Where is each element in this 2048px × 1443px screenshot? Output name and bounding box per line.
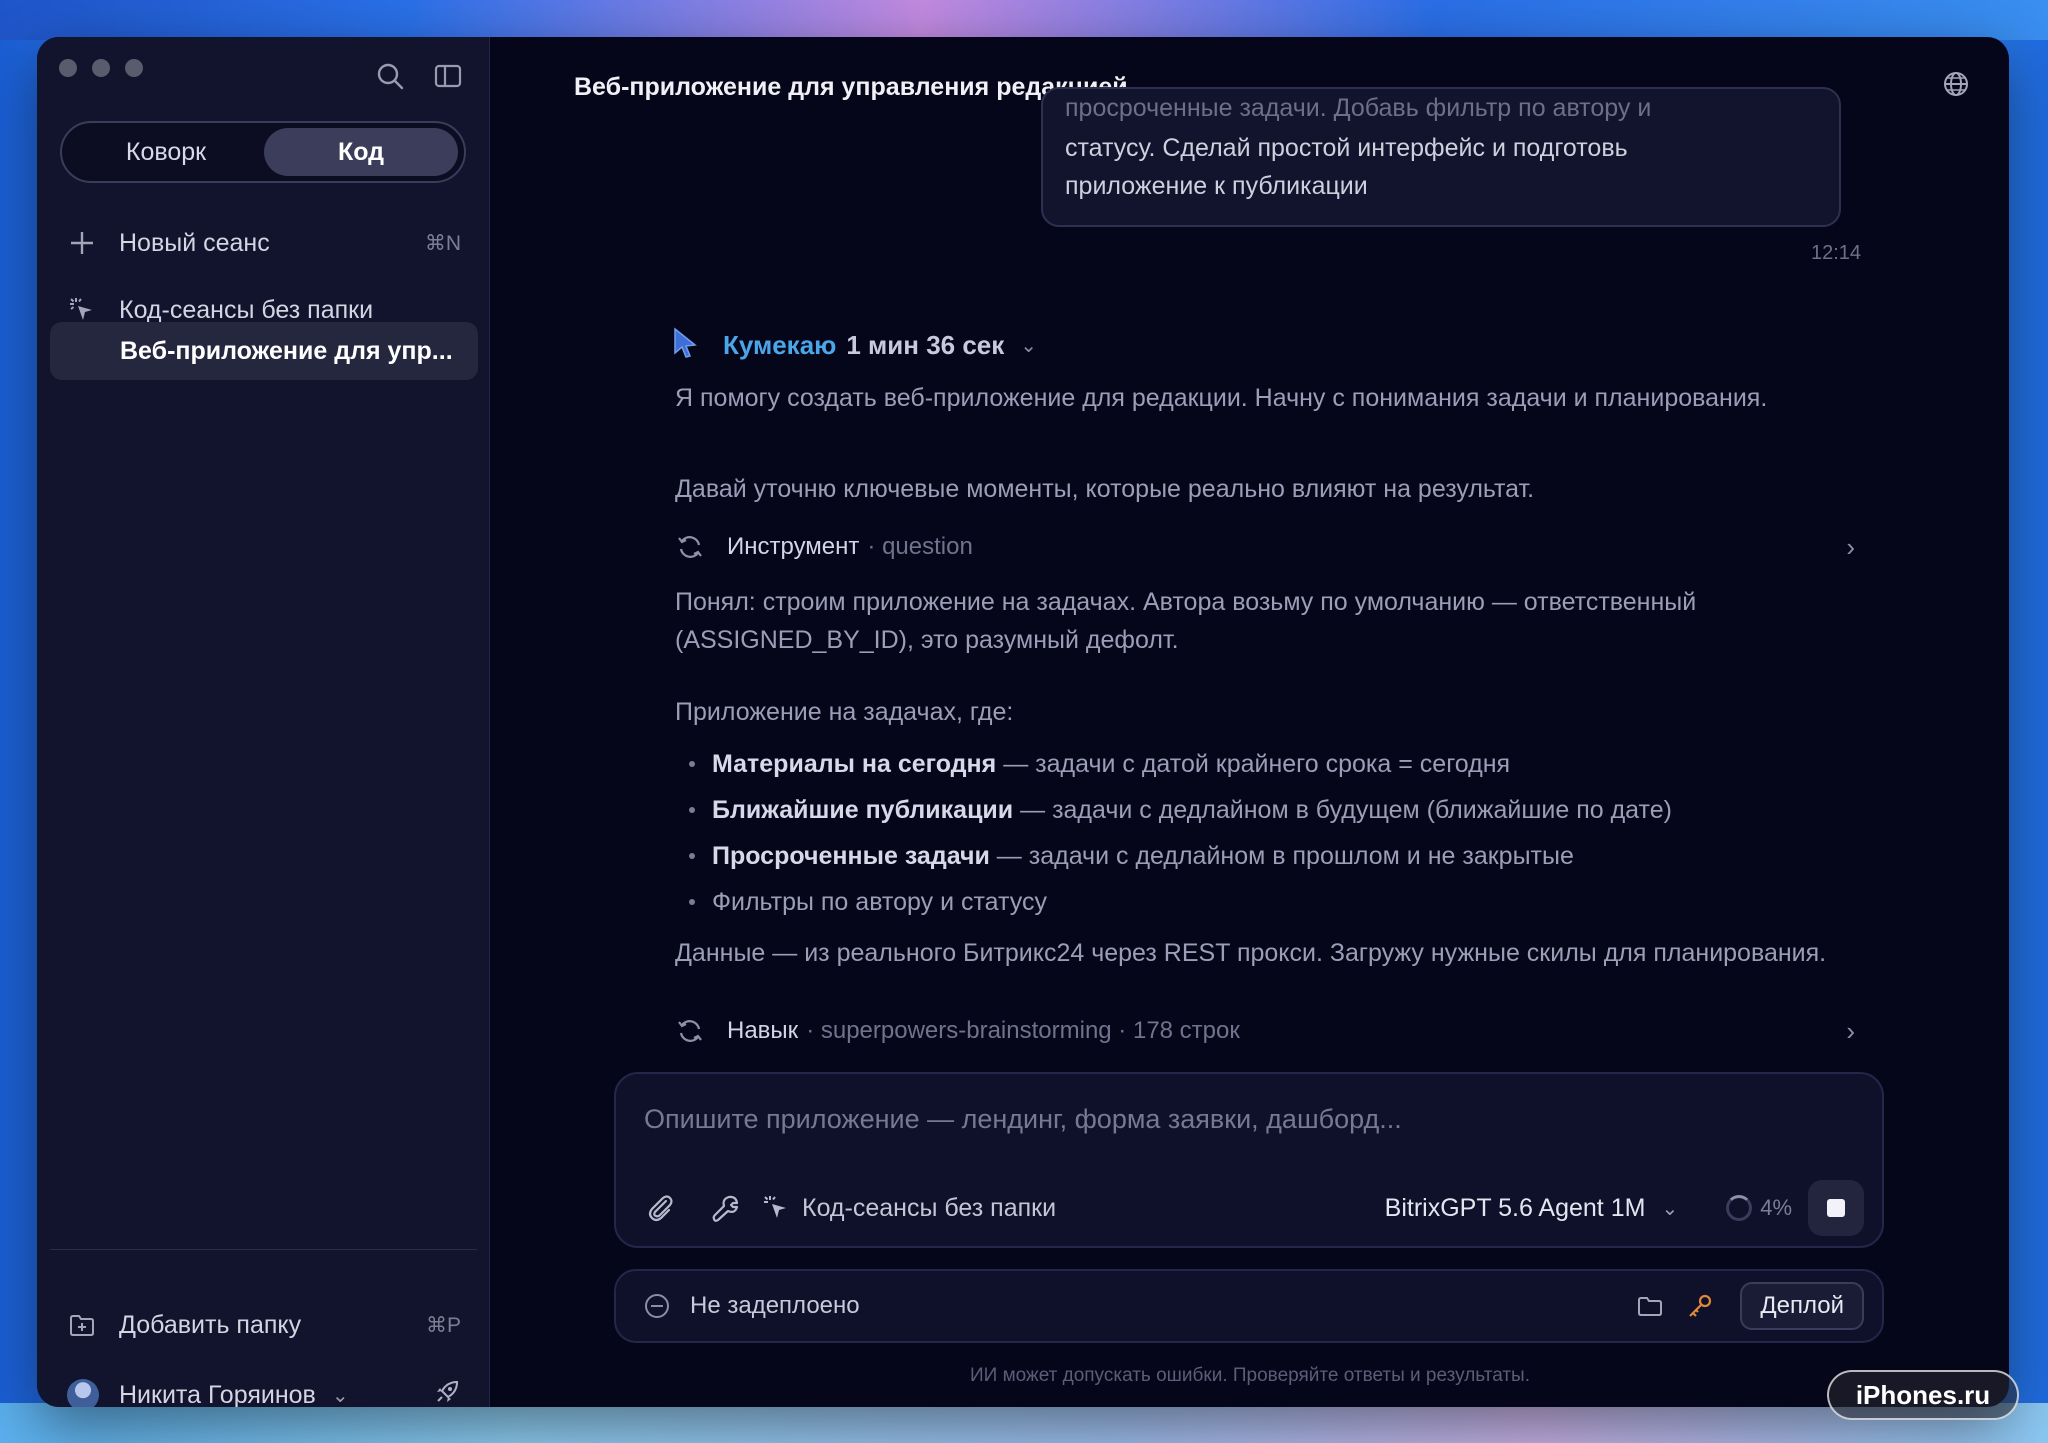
bullet-bold: Материалы на сегодня	[712, 750, 997, 778]
model-selector[interactable]: BitrixGPT 5.6 Agent 1M ⌄	[1385, 1194, 1679, 1223]
tool-detail: · question	[867, 533, 973, 560]
close-window-button[interactable]	[59, 59, 77, 77]
model-name: BitrixGPT 5.6 Agent 1M	[1384, 1193, 1646, 1222]
plus-icon	[67, 228, 97, 258]
bullet-text: — задачи с датой крайнего срока = сегодн…	[996, 750, 1511, 778]
add-folder-label: Добавить папку	[119, 1310, 302, 1339]
key-icon[interactable]	[1686, 1292, 1714, 1320]
bullet-text: Фильтры по автору и статусу	[712, 888, 1047, 916]
skill-name: Навык	[727, 1017, 799, 1044]
list-item: Фильтры по автору и статусу	[675, 879, 1855, 925]
folder-icon[interactable]	[1636, 1292, 1664, 1320]
sidebar-divider	[50, 1249, 477, 1250]
list-item: Просроченные задачи — задачи с дедлайном…	[675, 833, 1855, 879]
desktop-background-top	[0, 0, 2048, 40]
chevron-down-icon: ⌄	[331, 1384, 349, 1407]
sidebar: Коворк Код Новый сеанс ⌘N Код-сеансы без…	[37, 37, 490, 1407]
sidebar-toggle-icon[interactable]	[433, 61, 463, 91]
wrench-icon[interactable]	[710, 1192, 742, 1224]
avatar	[67, 1379, 99, 1407]
minus-circle-icon	[642, 1291, 672, 1321]
chevron-down-icon: ⌄	[1661, 1197, 1679, 1220]
chevron-down-icon: ⌄	[1020, 334, 1038, 357]
mode-switch: Коворк Код	[60, 121, 466, 183]
chevron-right-icon: ›	[1846, 1015, 1855, 1046]
sparkle-icon	[67, 295, 97, 325]
watermark-logo: iPhones.ru	[1827, 1370, 2019, 1420]
list-item: Материалы на сегодня — задачи с датой кр…	[675, 741, 1855, 787]
agent-paragraph: Данные — из реального Битрикс24 через RE…	[675, 939, 1827, 967]
minimize-window-button[interactable]	[92, 59, 110, 77]
user-message-faded-line: просроченные задачи. Добавь фильтр по ав…	[1065, 94, 1652, 122]
refresh-icon	[675, 1016, 705, 1046]
prompt-composer: Опишите приложение — лендинг, форма заяв…	[614, 1072, 1884, 1248]
sidebar-item-active-session[interactable]: Веб-приложение для упр...	[50, 322, 478, 380]
skill-call-row[interactable]: Навык · superpowers-brainstorming · 178 …	[675, 1011, 1855, 1051]
user-message-bubble: просроченные задачи. Добавь фильтр по ав…	[1041, 87, 1841, 227]
bullet-bold: Ближайшие публикации	[712, 796, 1014, 824]
deploy-actions: Деплой	[1636, 1282, 1864, 1330]
bullet-bold: Просроченные задачи	[712, 842, 990, 870]
list-item: Ближайшие публикации — задачи с дедлайно…	[675, 787, 1855, 833]
folder-label: Код-сеансы без папки	[119, 295, 374, 324]
agent-paragraph: Понял: строим приложение на задачах. Авт…	[675, 588, 1697, 654]
context-usage-value: 4%	[1760, 1195, 1792, 1220]
maximize-window-button[interactable]	[125, 59, 143, 77]
stop-button[interactable]	[1808, 1180, 1864, 1236]
agent-paragraph: Приложение на задачах, где:	[675, 698, 1014, 726]
deploy-status: Не задеплоено	[690, 1292, 860, 1319]
disclaimer: ИИ может допускать ошибки. Проверяйте от…	[969, 1365, 1530, 1386]
agent-status-header[interactable]: Кумекаю 1 мин 36 сек ⌄	[671, 325, 1037, 365]
sparkle-icon	[762, 1194, 790, 1222]
app-window: Коворк Код Новый сеанс ⌘N Код-сеансы без…	[37, 37, 2009, 1407]
stop-icon	[1827, 1199, 1845, 1217]
skill-detail: · superpowers-brainstorming · 178 строк	[806, 1017, 1240, 1044]
add-folder-icon	[67, 1310, 97, 1340]
tool-call-row[interactable]: Инструмент · question ›	[675, 527, 1855, 567]
desktop-background-bottom	[0, 1403, 2048, 1443]
paperclip-icon[interactable]	[644, 1192, 676, 1224]
new-session-label: Новый сеанс	[119, 228, 270, 257]
message-timestamp: 12:14	[1811, 242, 1862, 264]
globe-icon[interactable]	[1941, 69, 1971, 99]
bullet-text: — задачи с дедлайном в прошлом и не закр…	[989, 842, 1574, 870]
composer-toolbar: Код-сеансы без папки BitrixGPT 5.6 Agent…	[644, 1180, 1864, 1236]
context-usage: 4%	[1726, 1195, 1792, 1221]
agent-name: Кумекаю	[723, 329, 837, 360]
chevron-right-icon: ›	[1846, 531, 1855, 562]
window-controls	[59, 59, 143, 77]
user-message-line: приложение к публикации	[1065, 172, 1368, 200]
agent-bullet-list: Материалы на сегодня — задачи с датой кр…	[675, 741, 1855, 925]
deploy-bar: Не задеплоено Деплой	[614, 1269, 1884, 1343]
agent-paragraph: Я помогу создать веб-приложение для реда…	[675, 384, 1768, 412]
add-folder-shortcut: ⌘P	[425, 1313, 461, 1337]
user-name: Никита Горяинов	[119, 1380, 316, 1408]
tab-code[interactable]: Код	[264, 128, 458, 176]
bullet-text: — задачи с дедлайном в будущем (ближайши…	[1013, 796, 1672, 824]
progress-ring-icon	[1726, 1195, 1753, 1221]
main-panel: Веб-приложение для управления редакцией …	[491, 37, 2009, 1407]
tool-name: Инструмент	[727, 533, 860, 560]
user-message-line: статусу. Сделай простой интерфейс и подг…	[1065, 134, 1628, 162]
new-session-button[interactable]: Новый сеанс ⌘N	[67, 223, 467, 263]
agent-duration: 1 мин 36 сек	[846, 329, 1005, 360]
tab-coworking[interactable]: Коворк	[68, 128, 264, 176]
user-menu[interactable]: Никита Горяинов ⌄	[67, 1375, 467, 1407]
add-folder-button[interactable]: Добавить папку ⌘P	[67, 1305, 467, 1345]
prompt-input[interactable]: Опишите приложение — лендинг, форма заяв…	[644, 1104, 1402, 1135]
new-session-shortcut: ⌘N	[424, 231, 461, 255]
deploy-button[interactable]: Деплой	[1740, 1282, 1864, 1330]
cursor-icon	[671, 325, 701, 366]
composer-folder-label[interactable]: Код-сеансы без папки	[802, 1194, 1056, 1223]
refresh-icon	[675, 532, 705, 562]
rocket-icon[interactable]	[433, 1378, 461, 1408]
search-icon[interactable]	[375, 61, 405, 91]
agent-paragraph: Давай уточню ключевые моменты, которые р…	[675, 475, 1535, 503]
